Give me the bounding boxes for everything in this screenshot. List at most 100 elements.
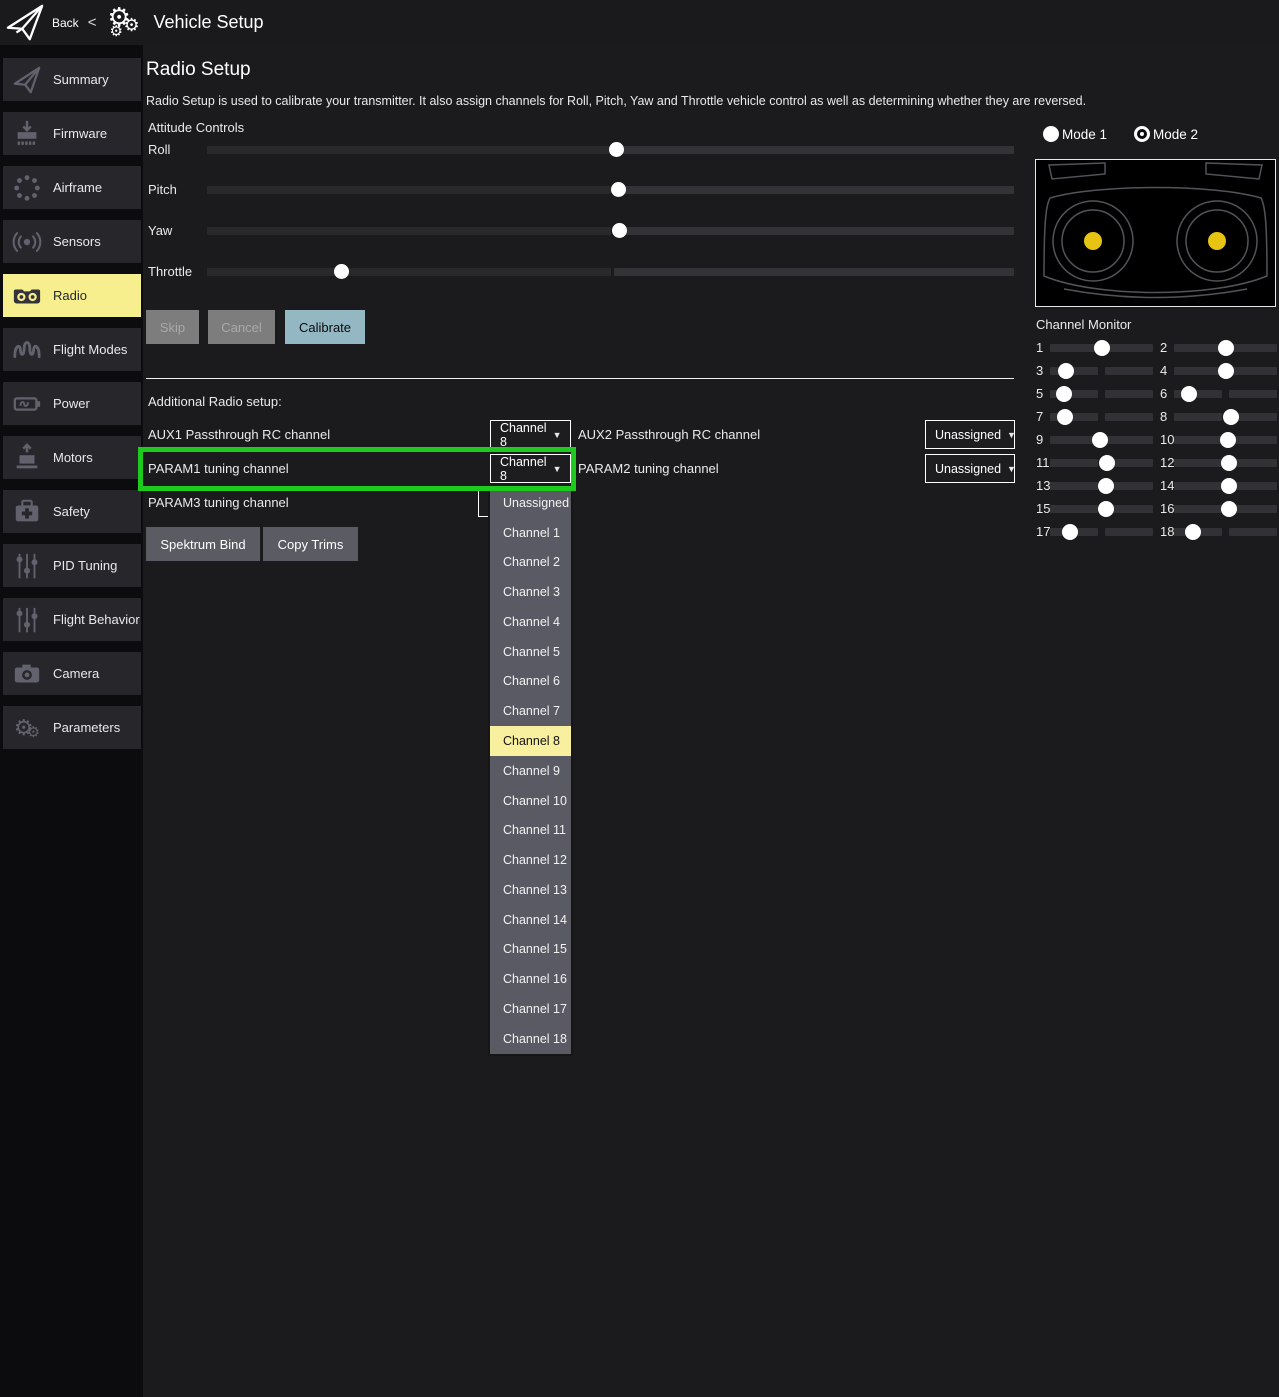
radio-setup-description: Radio Setup is used to calibrate your tr… [146,94,1086,108]
yaw-slider-track[interactable] [207,227,1014,235]
sidebar-item-label: Firmware [53,126,107,141]
dropdown-option-channel-8[interactable]: Channel 8 [490,726,571,756]
channel-14-label: 14 [1160,478,1174,493]
channel-5-monitor-track [1050,390,1153,398]
channel-13-monitor-track [1050,482,1153,490]
channel-5-label: 5 [1036,386,1043,401]
sidebar-item-label: Summary [53,72,109,87]
channel-12-monitor-dot [1221,455,1237,471]
dropdown-option-channel-11[interactable]: Channel 11 [490,815,571,845]
sidebar-item-label: Camera [53,666,99,681]
dropdown-option-channel-3[interactable]: Channel 3 [490,577,571,607]
page-title: Vehicle Setup [153,12,263,33]
pitch-slider-track[interactable] [207,186,1014,194]
cancel-button[interactable]: Cancel [208,310,275,344]
roll-slider-track[interactable] [207,146,1014,154]
slider-label-yaw: Yaw [148,223,172,238]
sidebar-item-power[interactable]: Power [3,382,141,425]
spektrum-bind-button[interactable]: Spektrum Bind [146,527,260,561]
dropdown-option-channel-14[interactable]: Channel 14 [490,905,571,935]
channel-2-monitor-track [1174,344,1277,352]
channel-11-monitor-track [1050,459,1153,467]
motor-icon [10,441,44,475]
pitch-slider-thumb[interactable] [611,182,626,197]
vehicle-setup-window: Back < ⚙⚙⚙ Vehicle Setup SummaryFirmware… [0,0,1279,1397]
aux1-channel-combo[interactable]: Channel 8▼ [490,420,571,449]
channel-8-label: 8 [1160,409,1167,424]
roll-slider-thumb[interactable] [609,142,624,157]
calibrate-button[interactable]: Calibrate [285,310,365,344]
transmitter-mode-group: Mode 1 Mode 2 [1043,126,1198,142]
sidebar-item-firmware[interactable]: Firmware [3,112,141,155]
dropdown-option-channel-9[interactable]: Channel 9 [490,756,571,786]
dropdown-option-channel-5[interactable]: Channel 5 [490,637,571,667]
firmware-chip-icon [10,117,44,151]
channel-6-label: 6 [1160,386,1167,401]
transmitter-diagram [1035,159,1276,307]
sidebar-item-parameters[interactable]: ⚙⚙Parameters [3,706,141,749]
sidebar-item-sensors[interactable]: Sensors [3,220,141,263]
sidebar-item-label: Flight Modes [53,342,127,357]
sidebar-item-flight-behavior[interactable]: Flight Behavior [3,598,141,641]
channel-15-monitor-dot [1098,501,1114,517]
channel-1-monitor-track [1050,344,1153,352]
channel-7-monitor-track [1050,413,1153,421]
slider-label-roll: Roll [148,142,170,157]
dropdown-option-channel-12[interactable]: Channel 12 [490,845,571,875]
yaw-slider-thumb[interactable] [612,223,627,238]
sidebar-item-safety[interactable]: Safety [3,490,141,533]
sidebar-item-radio[interactable]: Radio [3,274,141,317]
channel-2-label: 2 [1160,340,1167,355]
sidebar-item-flight-modes[interactable]: Flight Modes [3,328,141,371]
channel-3-label: 3 [1036,363,1043,378]
sidebar-item-camera[interactable]: Camera [3,652,141,695]
app-logo-paper-plane-icon[interactable] [4,3,46,43]
sidebar-item-airframe[interactable]: Airframe [3,166,141,209]
gears-icon: ⚙⚙ [10,711,44,745]
slider-label-pitch: Pitch [148,182,177,197]
channel-13-monitor-dot [1098,478,1114,494]
breadcrumb-separator: < [88,14,97,31]
radio-selected-dot [1137,129,1147,139]
dropdown-option-channel-2[interactable]: Channel 2 [490,548,571,578]
dropdown-option-channel-13[interactable]: Channel 13 [490,875,571,905]
dropdown-option-channel-6[interactable]: Channel 6 [490,667,571,697]
skip-button[interactable]: Skip [146,310,199,344]
sidebar-item-pid-tuning[interactable]: PID Tuning [3,544,141,587]
dropdown-option-channel-15[interactable]: Channel 15 [490,934,571,964]
channel-18-monitor-track [1174,528,1277,536]
dropdown-option-channel-10[interactable]: Channel 10 [490,786,571,816]
param2-channel-combo[interactable]: Unassigned▼ [925,454,1015,483]
mode1-radio[interactable] [1043,126,1059,142]
channel-7-label: 7 [1036,409,1043,424]
first-aid-icon [10,495,44,529]
channel-18-label: 18 [1160,524,1174,539]
channel-17-label: 17 [1036,524,1050,539]
chevron-down-icon: ▼ [1007,430,1016,440]
dropdown-option-channel-4[interactable]: Channel 4 [490,607,571,637]
copy-trims-button[interactable]: Copy Trims [263,527,358,561]
mode2-radio[interactable] [1134,126,1150,142]
dropdown-option-channel-18[interactable]: Channel 18 [490,1024,571,1054]
dropdown-option-channel-7[interactable]: Channel 7 [490,696,571,726]
channel-4-label: 4 [1160,363,1167,378]
aux2-channel-combo[interactable]: Unassigned▼ [925,420,1015,449]
param1-channel-combo[interactable]: Channel 8▼ [490,454,571,483]
throttle-slider-track[interactable] [207,268,1014,276]
channel-14-monitor-dot [1221,478,1237,494]
dropdown-option-channel-16[interactable]: Channel 16 [490,964,571,994]
attitude-controls-label: Attitude Controls [148,120,244,135]
sliders-icon [10,549,44,583]
channel-dropdown-list: UnassignedChannel 1Channel 2Channel 3Cha… [490,488,571,1054]
dots-circle-icon [10,171,44,205]
back-button[interactable]: Back [52,16,79,30]
channel-10-label: 10 [1160,432,1174,447]
sidebar-item-summary[interactable]: Summary [3,58,141,101]
channel-3-monitor-track [1050,367,1153,375]
channel-8-monitor-dot [1223,409,1239,425]
sidebar-item-label: Safety [53,504,90,519]
sidebar-item-motors[interactable]: Motors [3,436,141,479]
dropdown-option-channel-1[interactable]: Channel 1 [490,518,571,548]
dropdown-option-channel-17[interactable]: Channel 17 [490,994,571,1024]
dropdown-option-unassigned[interactable]: Unassigned [490,488,571,518]
